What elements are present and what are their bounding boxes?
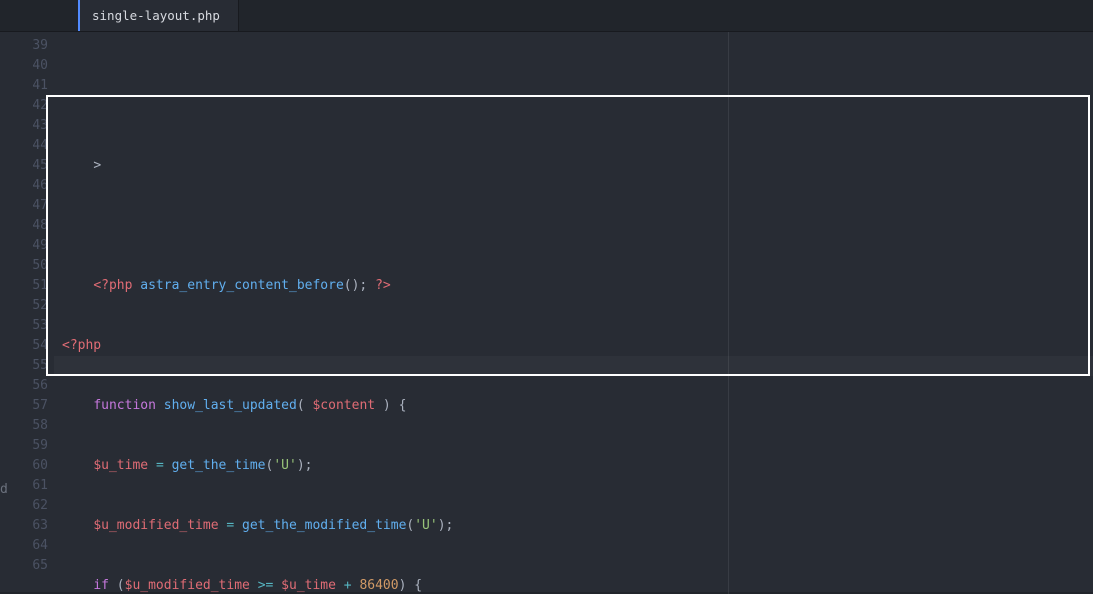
line-number: 45 xyxy=(14,156,54,176)
tab-active-indicator xyxy=(78,0,80,31)
line-number: 56 xyxy=(14,376,54,396)
tab-label: single-layout.php xyxy=(92,8,220,23)
tab-bar-left-spacer xyxy=(0,0,78,31)
line-number: 52 xyxy=(14,296,54,316)
line-number: 41 xyxy=(14,76,54,96)
line-number: 44 xyxy=(14,136,54,156)
line-number: 65 xyxy=(14,556,54,576)
code-area[interactable]: > <?php astra_entry_content_before(); ?>… xyxy=(54,32,1093,594)
line-number: 54 xyxy=(14,336,54,356)
line-number: 59 xyxy=(14,436,54,456)
line-number: 55 xyxy=(14,356,54,376)
code-line: <?php xyxy=(54,336,1093,356)
gutter-marker-letter: d xyxy=(0,482,8,497)
line-number: 63 xyxy=(14,516,54,536)
tab-bar: single-layout.php xyxy=(0,0,1093,32)
current-line-highlight xyxy=(54,356,1093,376)
code-line: function show_last_updated( $content ) { xyxy=(54,396,1093,416)
line-number: 43 xyxy=(14,116,54,136)
line-number: 61 xyxy=(14,476,54,496)
line-number: 42 xyxy=(14,96,54,116)
left-gutter-strip: d xyxy=(0,32,14,594)
line-number: 48 xyxy=(14,216,54,236)
line-number: 53 xyxy=(14,316,54,336)
code-line: $u_time = get_the_time('U'); xyxy=(54,456,1093,476)
line-number: 60 xyxy=(14,456,54,476)
line-number: 64 xyxy=(14,536,54,556)
line-number: 39 xyxy=(14,36,54,56)
line-number: 50 xyxy=(14,256,54,276)
wrap-guide xyxy=(728,32,729,594)
editor-window: single-layout.php d 39 40 41 42 43 44 45… xyxy=(0,0,1093,594)
line-number: 47 xyxy=(14,196,54,216)
code-line: <?php astra_entry_content_before(); ?> xyxy=(54,276,1093,296)
line-number: 49 xyxy=(14,236,54,256)
code-line: $u_modified_time = get_the_modified_time… xyxy=(54,516,1093,536)
line-number: 40 xyxy=(14,56,54,76)
line-number: 51 xyxy=(14,276,54,296)
tab-single-layout[interactable]: single-layout.php xyxy=(78,0,239,31)
line-number-gutter: 39 40 41 42 43 44 45 46 47 48 49 50 51 5… xyxy=(14,32,54,594)
line-number: 46 xyxy=(14,176,54,196)
code-line xyxy=(54,216,1093,236)
line-number: 58 xyxy=(14,416,54,436)
code-line: > xyxy=(54,156,1093,176)
line-number: 57 xyxy=(14,396,54,416)
line-number: 62 xyxy=(14,496,54,516)
editor-pane[interactable]: d 39 40 41 42 43 44 45 46 47 48 49 50 51… xyxy=(0,32,1093,594)
